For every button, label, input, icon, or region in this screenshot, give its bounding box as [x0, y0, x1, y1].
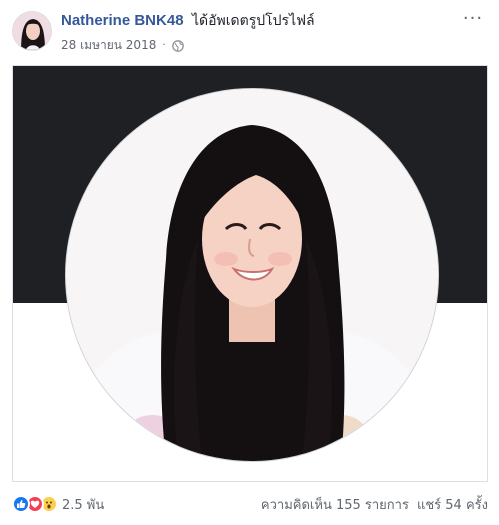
- reaction-count: 2.5 พัน: [62, 497, 105, 513]
- author-avatar[interactable]: [12, 11, 52, 51]
- comment-count-link[interactable]: ความคิดเห็น 155 รายการ: [261, 494, 409, 515]
- globe-icon[interactable]: [171, 39, 184, 52]
- profile-photo[interactable]: [12, 65, 488, 482]
- author-name-link[interactable]: Natherine BNK48: [61, 12, 184, 29]
- share-count-link[interactable]: แชร์ 54 ครั้ง: [417, 494, 488, 515]
- more-options-button[interactable]: ···: [462, 7, 484, 29]
- author-line: Natherine BNK48 ได้อัพเดตรูปโปรไฟล์: [61, 12, 315, 30]
- portrait-image: [66, 89, 438, 461]
- reaction-icons: [12, 495, 58, 513]
- post-action-text: ได้อัพเดตรูปโปรไฟล์: [192, 13, 315, 29]
- engagement-stats: ความคิดเห็น 155 รายการ แชร์ 54 ครั้ง: [261, 494, 488, 515]
- post-card: Natherine BNK48 ได้อัพเดตรูปโปรไฟล์ 28 เ…: [0, 0, 499, 525]
- meta-separator: ·: [162, 40, 166, 51]
- like-icon: [12, 495, 30, 513]
- reactions-summary[interactable]: 2.5 พัน: [12, 494, 104, 515]
- post-footer: 2.5 พัน ความคิดเห็น 155 รายการ แชร์ 54 ค…: [12, 494, 488, 514]
- more-dots-icon: ···: [462, 7, 484, 29]
- profile-picture-circle: [66, 89, 438, 461]
- post-meta: 28 เมษายน 2018 ·: [61, 36, 184, 55]
- post-timestamp[interactable]: 28 เมษายน 2018: [61, 36, 156, 55]
